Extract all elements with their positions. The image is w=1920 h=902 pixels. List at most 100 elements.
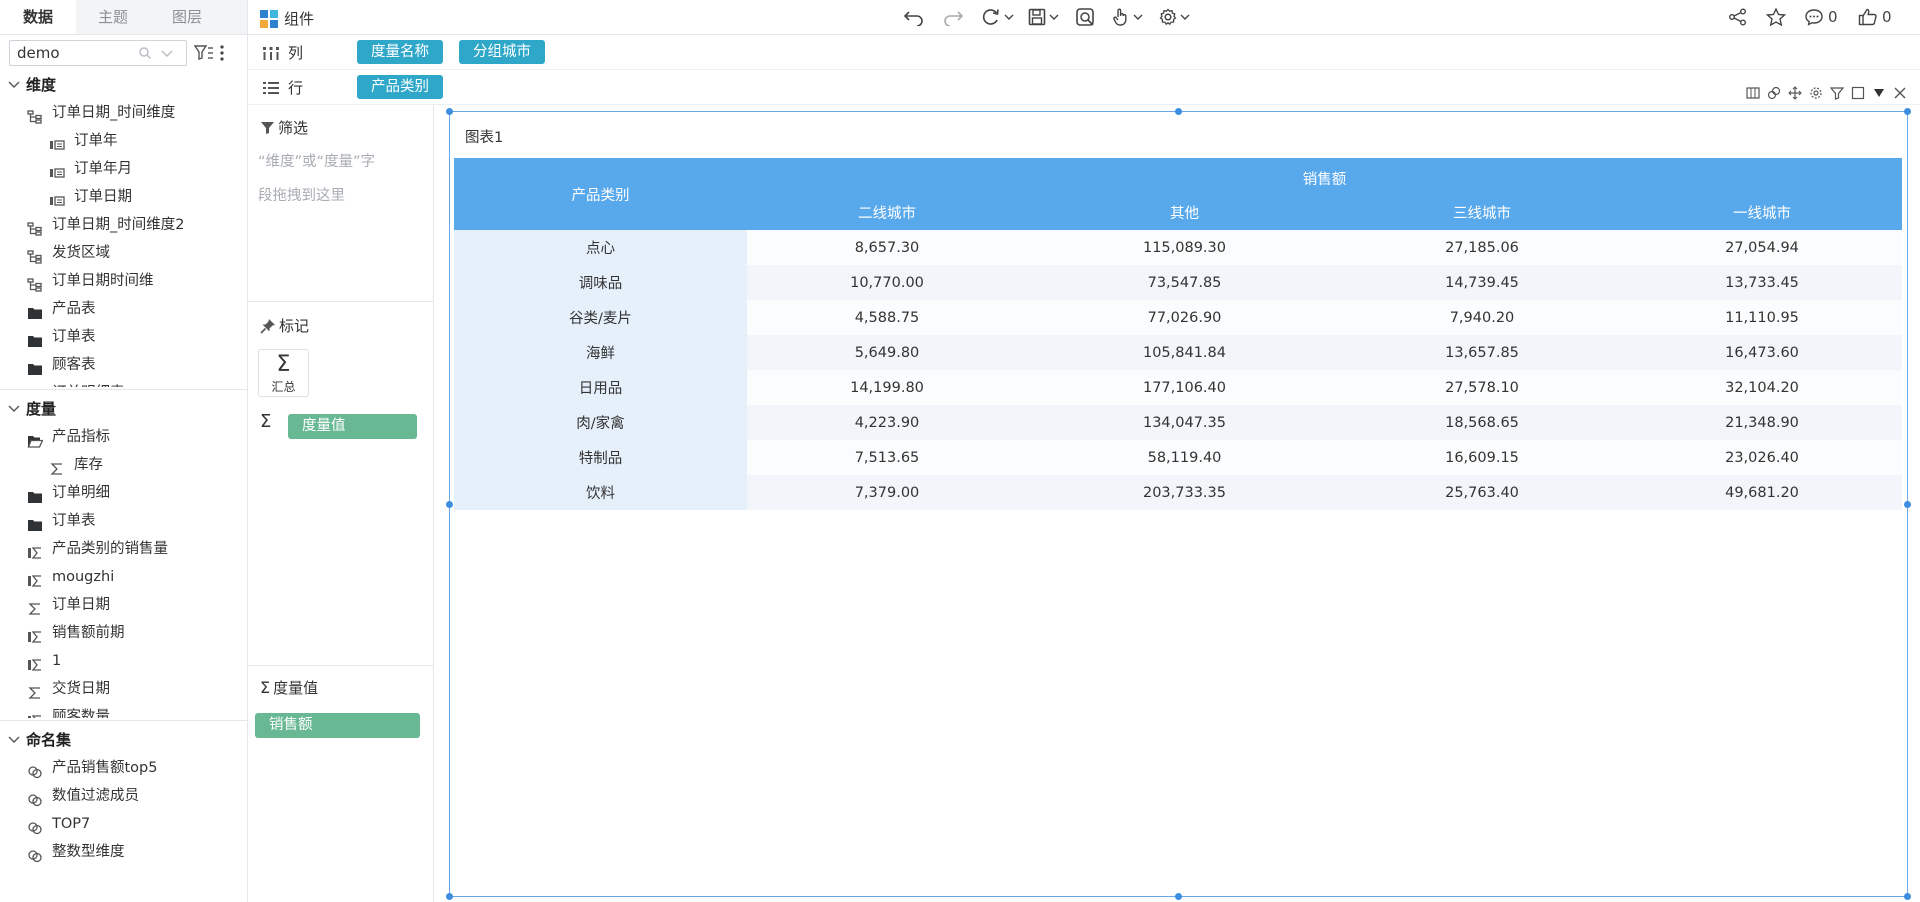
chart-type-icon[interactable] bbox=[1746, 86, 1760, 100]
value-cell[interactable]: 5,649.80 bbox=[747, 335, 1027, 370]
filter-icon[interactable] bbox=[1830, 86, 1844, 100]
search-icon[interactable] bbox=[138, 45, 152, 61]
dropdown-triangle-icon[interactable] bbox=[1872, 86, 1886, 100]
pill-measure-names[interactable]: 度量名称 bbox=[357, 40, 443, 64]
link-icon[interactable] bbox=[1767, 86, 1781, 100]
value-cell[interactable]: 18,568.65 bbox=[1342, 405, 1622, 440]
tree-item[interactable]: 订单年 bbox=[0, 127, 247, 155]
value-cell[interactable]: 13,733.45 bbox=[1621, 265, 1902, 300]
value-cell[interactable]: 32,104.20 bbox=[1621, 370, 1902, 405]
resize-handle[interactable] bbox=[446, 108, 453, 115]
row-header-cell[interactable]: 点心 bbox=[454, 230, 747, 265]
tree-item[interactable]: 交货日期 bbox=[0, 675, 247, 703]
row-header-cell[interactable]: 谷类/麦片 bbox=[454, 300, 747, 335]
value-cell[interactable]: 105,841.84 bbox=[1026, 335, 1342, 370]
row-header-cell[interactable]: 饮料 bbox=[454, 475, 747, 510]
value-cell[interactable]: 49,681.20 bbox=[1621, 475, 1902, 510]
tree-item[interactable]: 订单表 bbox=[0, 507, 247, 535]
tree-item[interactable]: 1 bbox=[0, 647, 247, 675]
comment-button[interactable]: 0 bbox=[1804, 8, 1838, 26]
aggregate-button[interactable]: Σ 汇总 bbox=[258, 349, 309, 397]
filter-drop-zone[interactable]: “维度”或“度量”字 段拖拽到这里 bbox=[258, 145, 428, 213]
resize-handle[interactable] bbox=[1175, 108, 1182, 115]
undo-button[interactable] bbox=[903, 8, 925, 26]
filter-list-icon[interactable] bbox=[194, 44, 214, 62]
value-cell[interactable]: 8,657.30 bbox=[747, 230, 1027, 265]
tree-item[interactable]: 产品指标 bbox=[0, 423, 247, 451]
tab-theme[interactable]: 主题 bbox=[76, 0, 150, 34]
tree-item[interactable]: mougzhi bbox=[0, 563, 247, 591]
tree-item[interactable]: 产品类别的销售量 bbox=[0, 535, 247, 563]
value-cell[interactable]: 16,473.60 bbox=[1621, 335, 1902, 370]
column-header[interactable]: 三线城市 bbox=[1342, 194, 1622, 230]
tree-item[interactable]: 数值过滤成员 bbox=[0, 782, 247, 810]
column-header[interactable]: 一线城市 bbox=[1621, 194, 1902, 230]
pill-product-category[interactable]: 产品类别 bbox=[357, 75, 443, 99]
tree-item[interactable]: 订单日期 bbox=[0, 183, 247, 211]
value-cell[interactable]: 4,588.75 bbox=[747, 300, 1027, 335]
column-header[interactable]: 二线城市 bbox=[747, 194, 1027, 230]
row-header-cell[interactable]: 调味品 bbox=[454, 265, 747, 300]
value-cell[interactable]: 7,940.20 bbox=[1342, 300, 1622, 335]
tab-layers[interactable]: 图层 bbox=[150, 0, 224, 34]
row-header-cell[interactable]: 特制品 bbox=[454, 440, 747, 475]
save-button[interactable] bbox=[1028, 8, 1059, 26]
measures-header[interactable]: 度量 bbox=[0, 395, 247, 423]
value-cell[interactable]: 23,026.40 bbox=[1621, 440, 1902, 475]
resize-handle[interactable] bbox=[1175, 893, 1182, 900]
tree-item[interactable]: 销售额前期 bbox=[0, 619, 247, 647]
value-cell[interactable]: 21,348.90 bbox=[1621, 405, 1902, 440]
tree-item[interactable]: 订单明细 bbox=[0, 479, 247, 507]
tree-item[interactable]: 订单日期 bbox=[0, 591, 247, 619]
value-cell[interactable]: 27,185.06 bbox=[1342, 230, 1622, 265]
measure-header[interactable]: 销售额 bbox=[747, 158, 1902, 194]
value-cell[interactable]: 177,106.40 bbox=[1026, 370, 1342, 405]
tree-item[interactable]: 库存 bbox=[0, 451, 247, 479]
more-vertical-icon[interactable] bbox=[219, 44, 225, 62]
tree-item[interactable]: 顾客数量 bbox=[0, 703, 247, 718]
value-cell[interactable]: 10,770.00 bbox=[747, 265, 1027, 300]
value-cell[interactable]: 27,578.10 bbox=[1342, 370, 1622, 405]
dimensions-header[interactable]: 维度 bbox=[0, 71, 247, 99]
value-cell[interactable]: 115,089.30 bbox=[1026, 230, 1342, 265]
row-header-title[interactable]: 产品类别 bbox=[454, 158, 747, 230]
chevron-down-icon[interactable] bbox=[160, 45, 174, 61]
value-cell[interactable]: 14,739.45 bbox=[1342, 265, 1622, 300]
search-input[interactable] bbox=[10, 41, 130, 65]
tree-item[interactable]: 订单明细表 bbox=[0, 379, 247, 387]
pill-group-city[interactable]: 分组城市 bbox=[459, 40, 545, 64]
resize-handle[interactable] bbox=[1904, 108, 1911, 115]
value-cell[interactable]: 16,609.15 bbox=[1342, 440, 1622, 475]
pill-sales[interactable]: 销售额 bbox=[255, 713, 420, 738]
value-cell[interactable]: 14,199.80 bbox=[747, 370, 1027, 405]
share-button[interactable] bbox=[1728, 8, 1748, 26]
gear-icon[interactable] bbox=[1809, 86, 1823, 100]
value-cell[interactable]: 73,547.85 bbox=[1026, 265, 1342, 300]
resize-handle[interactable] bbox=[1904, 501, 1911, 508]
favorite-button[interactable] bbox=[1766, 8, 1786, 26]
chart-component[interactable]: 图表1 产品类别 销售额 二线城市 其他 三线城市 一线城市 点心 8,657.30 11… bbox=[446, 82, 1913, 900]
value-cell[interactable]: 58,119.40 bbox=[1026, 440, 1342, 475]
tree-item[interactable]: 整数型维度 bbox=[0, 838, 247, 866]
row-header-cell[interactable]: 海鲜 bbox=[454, 335, 747, 370]
tree-item[interactable]: 产品表 bbox=[0, 295, 247, 323]
value-cell[interactable]: 4,223.90 bbox=[747, 405, 1027, 440]
pill-measure-values[interactable]: 度量值 bbox=[288, 414, 417, 439]
row-header-cell[interactable]: 肉/家禽 bbox=[454, 405, 747, 440]
tree-item[interactable]: 顾客表 bbox=[0, 351, 247, 379]
close-icon[interactable] bbox=[1893, 86, 1907, 100]
value-cell[interactable]: 11,110.95 bbox=[1621, 300, 1902, 335]
tree-item[interactable]: 订单年月 bbox=[0, 155, 247, 183]
value-cell[interactable]: 25,763.40 bbox=[1342, 475, 1622, 510]
tree-item[interactable]: 订单日期时间维 bbox=[0, 267, 247, 295]
tree-item[interactable]: 发货区域 bbox=[0, 239, 247, 267]
resize-handle[interactable] bbox=[446, 893, 453, 900]
like-button[interactable]: 0 bbox=[1858, 8, 1892, 26]
move-icon[interactable] bbox=[1788, 86, 1802, 100]
tree-item[interactable]: 订单日期_时间维度2 bbox=[0, 211, 247, 239]
value-cell[interactable]: 13,657.85 bbox=[1342, 335, 1622, 370]
resize-handle[interactable] bbox=[446, 501, 453, 508]
value-cell[interactable]: 7,513.65 bbox=[747, 440, 1027, 475]
row-header-cell[interactable]: 日用品 bbox=[454, 370, 747, 405]
component-menu[interactable]: 组件 bbox=[260, 8, 314, 29]
